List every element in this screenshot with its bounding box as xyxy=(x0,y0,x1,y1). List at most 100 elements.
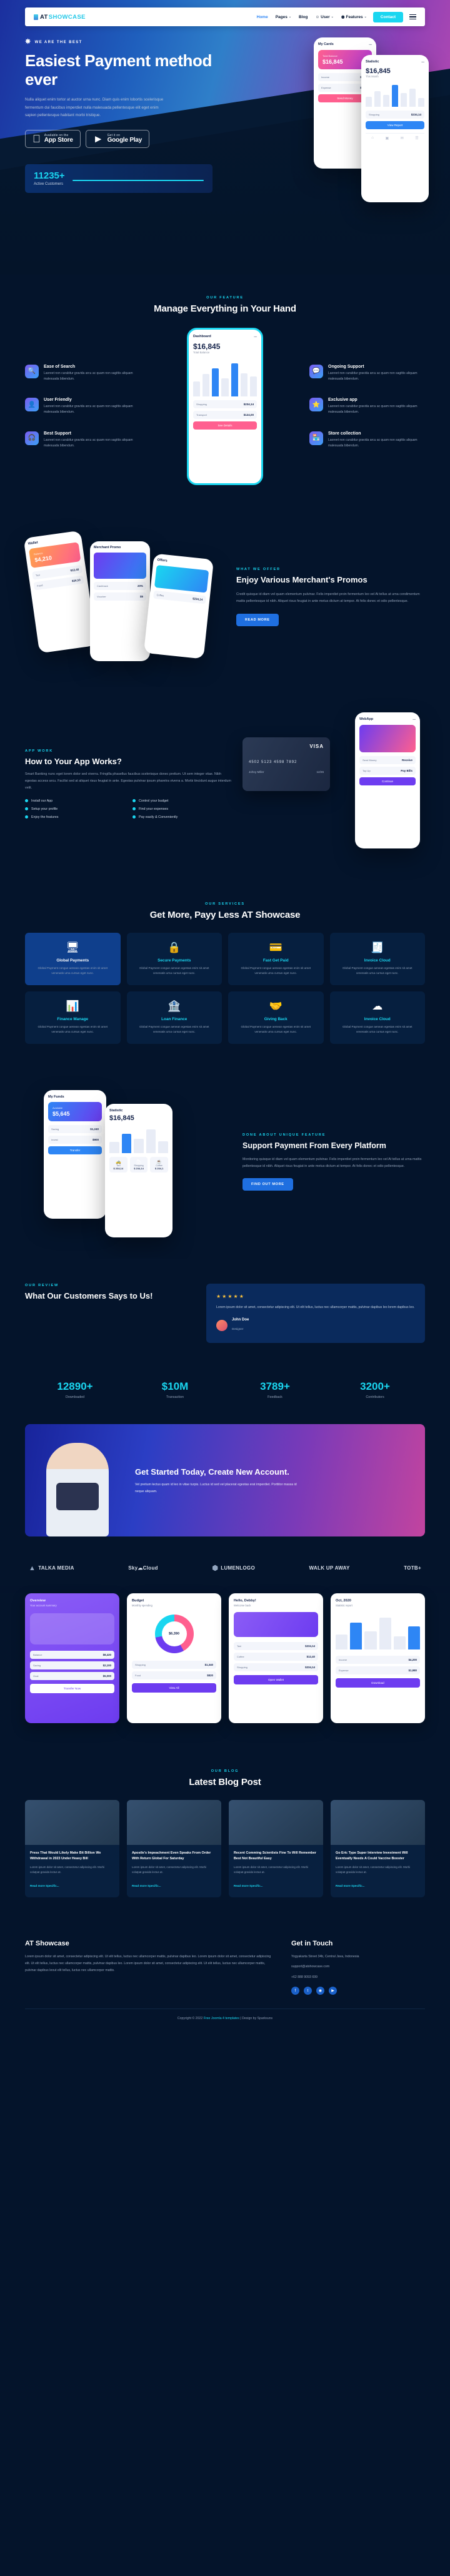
screen-row: Income $4,200 xyxy=(336,1656,420,1664)
site-logo[interactable]: AT SHOWCASE xyxy=(34,14,86,21)
feat-phone-bar-chart xyxy=(193,358,257,396)
work-list-item: Control your budget xyxy=(132,799,231,803)
app-store-button[interactable]:  Available on theApp Store xyxy=(25,129,81,148)
stat-value: 11235+ xyxy=(34,170,65,181)
screen-button[interactable]: Open Wallet xyxy=(234,1675,318,1685)
service-card-giving-back[interactable]: 🤝 Giving Back Global Payment congue aenean… xyxy=(228,991,324,1044)
facebook-icon[interactable]: f xyxy=(291,1987,299,1995)
hero-eyebrow: ✵ WE ARE THE BEST xyxy=(25,39,231,46)
feat-phone-details-button[interactable]: See Details xyxy=(193,421,257,430)
logo-showcase: SHOWCASE xyxy=(48,13,86,21)
feat-phone-sub: Total Balance xyxy=(193,351,210,354)
blog-post[interactable]: Apostle's Impeachment Even Speaks From O… xyxy=(127,1800,221,1897)
blog-post[interactable]: Go Eric Type Super Interview Investment … xyxy=(331,1800,425,1897)
rating-stars: ★★★★★ xyxy=(216,1293,245,1299)
review-eyebrow: OUR REVIEW xyxy=(25,1283,59,1287)
instagram-icon[interactable]: ◉ xyxy=(316,1987,324,1995)
blog-post[interactable]: Recent Comming Scientists Fine To Will R… xyxy=(229,1800,323,1897)
service-card-secure-payments[interactable]: 🔒 Secure Payments Global Payment congue ae… xyxy=(126,933,222,985)
nav-item-features[interactable]: ◉ Features ⌄ xyxy=(341,14,367,20)
service-card-invoice-cloud[interactable]: 🧾 Invoice Cloud Global Payment congue aene… xyxy=(329,933,425,985)
footer-phone[interactable]: +62 888 9093 699 xyxy=(291,1974,425,1980)
blog-thumbnail xyxy=(229,1800,323,1846)
global-payment-icon: 🖥 xyxy=(66,941,80,953)
globe-icon: ◉ xyxy=(341,15,345,19)
promo-phone-3: Offers Coffee $234,14 xyxy=(143,553,214,659)
nav-item-blog[interactable]: Blog xyxy=(299,15,308,19)
landing-page: AT SHOWCASE Home Pages ⌄ Blog ☺ User ⌄ ◉ Fea… xyxy=(0,0,450,2031)
screen-row: Saving $2,100 xyxy=(30,1661,114,1670)
support-icon: 🎧 xyxy=(25,431,39,445)
screen-row: Balance $8,420 xyxy=(30,1651,114,1659)
screen-title: Hello, Debby! xyxy=(234,1599,256,1603)
service-title: Giving Back xyxy=(264,1016,288,1021)
copyright-link[interactable]: Free Joomla 4 templates xyxy=(204,2017,239,2020)
screen-button[interactable]: Transfer Now xyxy=(30,1684,114,1694)
review-card: ★★★★★ Lorem ipsum dolor sit amet, consec… xyxy=(206,1283,425,1344)
service-card-loan-finance[interactable]: 🏦 Loan Finance Global Payment congue aenea… xyxy=(126,991,222,1044)
blog-post[interactable]: Press That Would Likely Make Bit Billion… xyxy=(25,1800,119,1897)
counter-value: $10M xyxy=(161,1380,189,1393)
home-icon[interactable]: ⌂ xyxy=(371,136,374,140)
blog-read-more-link[interactable]: Read more Specific... xyxy=(336,1884,364,1887)
screen-row: Shopping $234,14 xyxy=(234,1663,318,1672)
screen-button[interactable]: View All xyxy=(132,1683,216,1693)
hamburger-icon[interactable] xyxy=(409,14,416,20)
feat-phone-row: Transport $124,00 xyxy=(193,411,257,419)
cta-person-image xyxy=(25,1424,131,1537)
nav-item-pages[interactable]: Pages ⌄ xyxy=(276,15,291,19)
menu-icon[interactable]: ☰ xyxy=(415,136,418,140)
chevron-down-icon: ⌄ xyxy=(288,15,292,19)
coffee-icon: ☕ xyxy=(156,1159,162,1164)
unique-phone-2: Statistic $16,845 🚕 Taxi $ 234,14 🛍 Shoppin… xyxy=(105,1103,172,1237)
service-card-finance-manage[interactable]: 📊 Finance Manage Global Payment congue aen… xyxy=(25,991,121,1044)
service-card-fast-get-paid[interactable]: 💳 Fast Get Paid Global Payment congue aene… xyxy=(228,933,324,985)
nav-item-home[interactable]: Home xyxy=(257,15,268,19)
star-icon: ✵ xyxy=(25,38,32,46)
hero-phones: My Cards ••• Total Balance $16,845 Income… xyxy=(231,37,429,238)
services-section: OUR SERVICES Get More, Payy Less AT Show… xyxy=(0,881,450,1065)
blog-thumbnail xyxy=(127,1800,221,1846)
feature-title: User Friendly xyxy=(44,398,72,403)
counter-item: $10M Transaction xyxy=(125,1380,225,1399)
nav-menu: Home Pages ⌄ Blog ☺ User ⌄ ◉ Features ⌄ xyxy=(257,14,367,20)
service-card-invoice-cloud-2[interactable]: ☁ Invoice Cloud Global Payment congue aene… xyxy=(329,991,425,1044)
screen-button[interactable]: Download xyxy=(336,1678,420,1688)
counter-label: Feedback xyxy=(268,1395,282,1400)
features-left-column: 🔍 Ease of Search Laoreet non curabitur gr… xyxy=(25,364,141,449)
feature-item: ⭐ Exclusive app Laoreet non curabitur gra… xyxy=(309,398,425,415)
service-text: Global Payment congue aenean egestas eni… xyxy=(38,966,108,975)
footer-email[interactable]: support@atshowcase.com xyxy=(291,1964,425,1970)
service-card-global-payments[interactable]: 🖥 Global Payments Global Payment congue ae… xyxy=(25,933,121,985)
google-play-button[interactable]: ► Get it on Google Play xyxy=(85,129,150,148)
counter-item: 12890+ Downloaded xyxy=(25,1380,125,1399)
contact-button[interactable]: Contact xyxy=(372,11,403,22)
mail-icon[interactable]: ✉ xyxy=(401,136,404,140)
blog-read-more-link[interactable]: Read more Specific... xyxy=(132,1884,161,1887)
unique-find-out-more-button[interactable]: FIND OUT MORE xyxy=(242,1178,293,1191)
feature-item: 🔍 Ease of Search Laoreet non curabitur gr… xyxy=(25,364,141,382)
twitter-icon[interactable]: t xyxy=(304,1987,312,1995)
feature-title: Store collection xyxy=(328,431,361,436)
unique-feature-section: My Funds Available $5,645 Saving $1,240 In… xyxy=(0,1064,450,1259)
youtube-icon[interactable]: ▶ xyxy=(329,1987,337,1995)
active-customers-stat: 11235+ Active Customers xyxy=(25,164,212,194)
blog-read-more-link[interactable]: Read more Specific... xyxy=(30,1884,59,1887)
nav-item-user[interactable]: ☺ User ⌄ xyxy=(316,15,334,19)
invoice-cloud2-icon: ☁ xyxy=(372,1000,383,1012)
blog-read-more-link[interactable]: Read more Specific... xyxy=(234,1884,262,1887)
hero-phone-statistic: Statistic ••• $16,845 This Month Shopping… xyxy=(361,55,429,202)
phone-b-report-button[interactable]: View Report xyxy=(366,121,424,129)
features-section: OUR FEATURE Manage Everything in Your Ha… xyxy=(0,275,450,506)
chat-icon: 💬 xyxy=(309,364,323,378)
brand-logo: TOTB+ xyxy=(404,1565,421,1571)
cards-icon[interactable]: ▣ xyxy=(385,136,389,140)
counter-value: 12890+ xyxy=(57,1380,93,1393)
footer-about-text: Lorem ipsum dolor sit amet, consectetur … xyxy=(25,1955,271,1972)
footer-socials: f t ◉ ▶ xyxy=(291,1987,425,1995)
promo-read-more-button[interactable]: READ MORE xyxy=(236,613,279,626)
blog-post-title: Apostle's Impeachment Even Speaks From O… xyxy=(132,1851,211,1861)
work-list-item: Pay easily & Conveniently xyxy=(132,815,231,819)
promo-phone-1: Wallet Balance $4,210 Taxi $12,40 Food $34,… xyxy=(23,530,97,654)
features-title: Manage Everything in Your Hand xyxy=(154,303,296,314)
